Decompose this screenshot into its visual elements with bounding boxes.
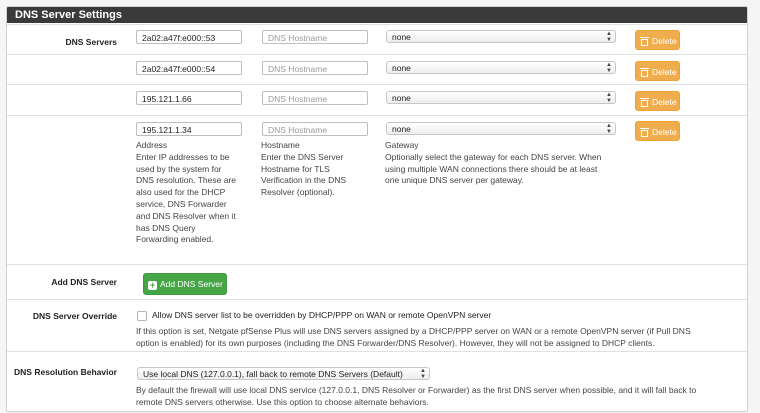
trash-icon <box>640 37 649 46</box>
override-help-line: option is enabled) for its own purposes … <box>136 337 655 348</box>
add-dns-server-button-label: Add DNS Server <box>160 279 223 289</box>
gateway-help-line: using multiple WAN connections there sho… <box>385 163 598 174</box>
dns-hostname-input[interactable]: DNS Hostname <box>262 122 368 136</box>
gateway-help-line: one unique DNS server per gateway. <box>385 175 524 186</box>
trash-icon <box>640 68 649 77</box>
dns-resolution-select[interactable]: Use local DNS (127.0.0.1), fall back to … <box>137 367 430 380</box>
resolution-help-line: remote DNS servers otherwise. Use this o… <box>136 396 429 407</box>
override-checkbox-label[interactable]: Allow DNS server list to be overridden b… <box>152 310 491 320</box>
override-checkbox[interactable] <box>137 311 147 321</box>
updown-arrow-icon: ▲ ▼ <box>606 123 612 135</box>
address-help-line: and DNS Resolver when it <box>136 210 236 221</box>
resolution-help: By default the firewall will use local D… <box>136 385 746 409</box>
updown-arrow-icon: ▲ ▼ <box>606 31 612 43</box>
dns-gateway-select[interactable]: none ▲ ▼ <box>386 30 616 43</box>
dns-address-input[interactable]: 195.121.1.34 <box>136 122 242 136</box>
resolution-help-line: By default the firewall will use local D… <box>136 385 697 395</box>
dns-hostname-input[interactable]: DNS Hostname <box>262 30 368 44</box>
trash-icon <box>640 98 649 107</box>
dns-gateway-select[interactable]: none ▲ ▼ <box>386 91 616 104</box>
dns-server-row: DNS Servers 2a02:a47f:e000::53 DNS Hostn… <box>7 24 747 55</box>
address-help: Address Enter IP addresses to be used by… <box>136 140 254 246</box>
dns-gateway-value: none <box>392 32 411 42</box>
hostname-help-line: Resolver (optional). <box>261 187 335 198</box>
gateway-help: Gateway Optionally select the gateway fo… <box>385 140 645 187</box>
dns-server-override-row: DNS Server Override Allow DNS server lis… <box>7 299 747 352</box>
address-help-line: service, DNS Forwarder <box>136 198 227 209</box>
hostname-help-line: Verification in the DNS <box>261 175 347 186</box>
hostname-help-line: Hostname for TLS <box>261 163 330 174</box>
dns-resolution-value: Use local DNS (127.0.0.1), fall back to … <box>143 369 403 379</box>
address-help-line: has DNS Query <box>136 222 196 233</box>
dns-gateway-select[interactable]: none ▲ ▼ <box>386 61 616 74</box>
plus-icon: + <box>148 280 157 290</box>
dns-address-input[interactable]: 2a02:a47f:e000::54 <box>136 61 242 75</box>
dns-server-row: 195.121.1.34 DNS Hostname none ▲ ▼ Delete… <box>7 115 747 265</box>
dns-server-row: 195.121.1.66 DNS Hostname none ▲ ▼ Delete <box>7 84 747 116</box>
dns-address-input[interactable]: 195.121.1.66 <box>136 91 242 105</box>
hostname-help-line: Enter the DNS Server <box>261 151 344 162</box>
address-help-line: used by the system for <box>136 163 222 174</box>
hostname-help-line: Hostname <box>261 140 300 150</box>
delete-button-label: Delete <box>652 127 677 137</box>
dns-gateway-value: none <box>392 93 411 103</box>
override-help-line: If this option is set, Netgate pfSense P… <box>136 326 691 336</box>
gateway-help-line: Optionally select the gateway for each D… <box>385 151 602 162</box>
dns-server-override-label: DNS Server Override <box>32 311 117 321</box>
updown-arrow-icon: ▲ ▼ <box>606 92 612 104</box>
address-help-line: Enter IP addresses to be <box>136 151 230 162</box>
dns-gateway-value: none <box>392 63 411 73</box>
delete-button[interactable]: Delete <box>635 61 680 81</box>
dns-server-settings-panel: DNS Server Settings DNS Servers 2a02:a47… <box>6 6 748 412</box>
dns-resolution-behavior-label: DNS Resolution Behavior <box>14 367 117 377</box>
delete-button[interactable]: Delete <box>635 121 680 141</box>
delete-button-label: Delete <box>652 36 677 46</box>
dns-gateway-select[interactable]: none ▲ ▼ <box>386 122 616 135</box>
updown-arrow-icon: ▲ ▼ <box>420 368 426 380</box>
gateway-help-line: Gateway <box>385 140 419 150</box>
updown-arrow-icon: ▲ ▼ <box>606 62 612 74</box>
delete-button[interactable]: Delete <box>635 91 680 111</box>
add-dns-server-label: Add DNS Server <box>51 277 117 287</box>
add-dns-server-button[interactable]: + Add DNS Server <box>143 273 227 295</box>
add-dns-server-row: Add DNS Server + Add DNS Server <box>7 264 747 300</box>
dns-gateway-value: none <box>392 124 411 134</box>
dns-server-row: 2a02:a47f:e000::54 DNS Hostname none ▲ ▼ … <box>7 54 747 85</box>
trash-icon <box>640 128 649 137</box>
address-help-line: DNS resolution. These are <box>136 175 237 186</box>
dns-resolution-behavior-row: DNS Resolution Behavior Use local DNS (1… <box>7 351 747 411</box>
hostname-help: Hostname Enter the DNS Server Hostname f… <box>261 140 379 199</box>
address-help-line: Address <box>136 140 168 150</box>
override-help: If this option is set, Netgate pfSense P… <box>136 326 746 350</box>
dns-address-input[interactable]: 2a02:a47f:e000::53 <box>136 30 242 44</box>
dns-hostname-input[interactable]: DNS Hostname <box>262 61 368 75</box>
panel-title: DNS Server Settings <box>7 7 747 23</box>
delete-button[interactable]: Delete <box>635 30 680 50</box>
address-help-line: Forwarding enabled. <box>136 234 214 245</box>
delete-button-label: Delete <box>652 67 677 77</box>
dns-servers-label: DNS Servers <box>65 37 117 47</box>
dns-hostname-input[interactable]: DNS Hostname <box>262 91 368 105</box>
address-help-line: also used for the DHCP <box>136 187 226 198</box>
delete-button-label: Delete <box>652 97 677 107</box>
